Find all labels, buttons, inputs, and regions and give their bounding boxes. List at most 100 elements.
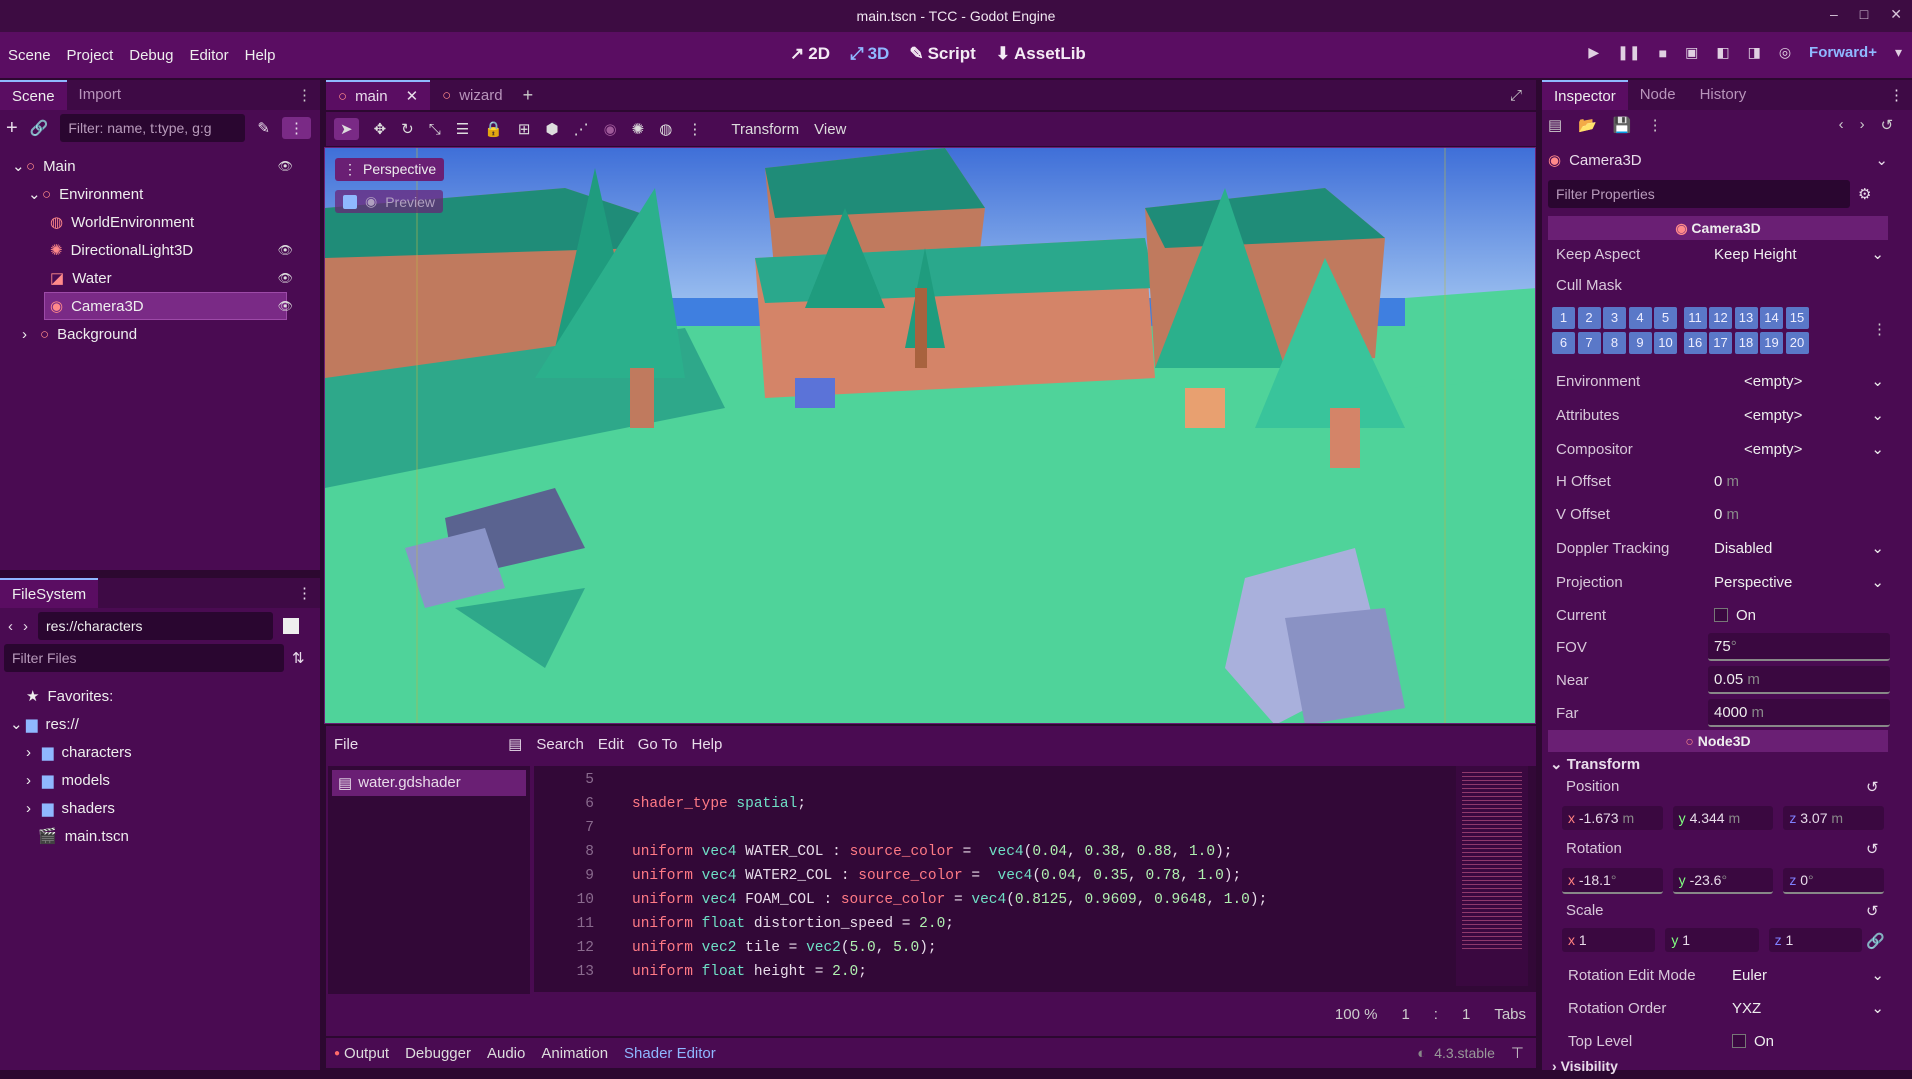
menu-project[interactable]: Project (59, 47, 122, 64)
cull-layer-19[interactable]: 19 (1760, 332, 1783, 354)
property-options-icon[interactable]: ⚙ (1858, 185, 1871, 203)
cull-layer-12[interactable]: 12 (1709, 307, 1732, 329)
position-z[interactable]: z 3.07 m (1783, 806, 1885, 830)
sort-icon[interactable]: ⇅ (292, 649, 305, 667)
folder-item-models[interactable]: › ▆ models (0, 766, 305, 794)
maximize-icon[interactable]: □ (1860, 6, 1868, 23)
folder-item-characters[interactable]: › ▆ characters (0, 738, 305, 766)
cull-layer-18[interactable]: 18 (1734, 332, 1758, 354)
tab-history[interactable]: History (1688, 80, 1759, 110)
tree-item-main[interactable]: ⌄ ○ Main 👁 (0, 152, 305, 180)
reset-icon[interactable]: ↺ (1866, 840, 1879, 858)
remote-debug-icon[interactable]: ▣ (1685, 44, 1698, 61)
shader-help-menu[interactable]: Help (692, 736, 723, 753)
tree-item-worldenvironment[interactable]: ◍ WorldEnvironment (0, 208, 305, 236)
local-space-icon[interactable]: ⬢ (545, 120, 558, 138)
rotation-edit-mode-select[interactable]: Euler ⌄ (1726, 961, 1890, 989)
visibility-group[interactable]: › Visibility (1552, 1058, 1618, 1074)
checkbox-icon[interactable] (343, 194, 357, 209)
chevron-down-icon[interactable]: ▾ (1895, 44, 1902, 61)
camera-preview-icon[interactable]: ◉ (604, 120, 617, 138)
link-icon[interactable]: 🔗 (30, 119, 49, 137)
cull-layer-13[interactable]: 13 (1734, 307, 1758, 329)
shader-search-menu[interactable]: Search (536, 736, 584, 753)
path-input[interactable]: res://characters (38, 612, 273, 640)
script-attach-icon[interactable]: ✎ (257, 119, 270, 137)
visibility-eye-icon[interactable]: 👁 (278, 271, 293, 285)
keep-aspect-select[interactable]: Keep Height ⌄ (1708, 240, 1890, 268)
scene-tab-main[interactable]: ○ main ✕ (326, 80, 431, 110)
visibility-eye-icon[interactable]: 👁 (278, 243, 293, 257)
cull-layer-1[interactable]: 1 (1552, 307, 1575, 329)
code-line[interactable]: 6 shader_type spatial; (534, 792, 1536, 816)
transform-menu[interactable]: Transform (731, 121, 799, 138)
tab-debugger[interactable]: Debugger (405, 1045, 471, 1062)
rotate-tool-icon[interactable]: ↻ (401, 120, 414, 138)
code-line[interactable]: 12 uniform vec2 tile = vec2(5.0, 5.0); (534, 936, 1536, 960)
folder-item-shaders[interactable]: › ▆ shaders (0, 794, 305, 822)
add-scene-tab-icon[interactable]: + (523, 85, 534, 106)
main-screen-script[interactable]: ✎ Script (899, 44, 985, 64)
tab-inspector[interactable]: Inspector (1542, 80, 1628, 110)
menu-scene[interactable]: Scene (0, 47, 59, 64)
tab-animation[interactable]: Animation (541, 1045, 608, 1062)
stop-icon[interactable]: ■ (1659, 45, 1667, 61)
tree-item-background[interactable]: › ○ Background (0, 320, 305, 348)
scale-y[interactable]: y 1 (1665, 928, 1759, 952)
3d-viewport[interactable]: ⋮ Perspective ◉ Preview (324, 147, 1536, 724)
shader-goto-menu[interactable]: Go To (638, 736, 678, 753)
checkbox-icon[interactable] (1714, 608, 1728, 622)
menu-icon[interactable]: ⋮ (1648, 116, 1663, 134)
transform-group[interactable]: ⌄ Transform (1550, 755, 1640, 773)
cull-mask-menu-icon[interactable]: ⋮ (1872, 320, 1887, 338)
cull-layer-10[interactable]: 10 (1654, 332, 1677, 354)
close-tab-icon[interactable]: ✕ (406, 87, 419, 105)
code-line[interactable]: 9 uniform vec4 WATER2_COL : source_color … (534, 864, 1536, 888)
pin-panel-icon[interactable]: ⊤ (1511, 1044, 1524, 1062)
visibility-eye-icon[interactable]: 👁 (278, 159, 293, 173)
scene-filter-input[interactable]: Filter: name, t:type, g:g (60, 114, 246, 142)
minimap[interactable] (1456, 766, 1528, 986)
forward-icon[interactable]: › (23, 618, 28, 635)
scene-options-icon[interactable]: ⋮ (281, 117, 311, 139)
close-window-icon[interactable]: ✕ (1890, 6, 1902, 23)
cull-layer-4[interactable]: 4 (1628, 307, 1652, 329)
cull-layer-9[interactable]: 9 (1628, 332, 1652, 354)
play-icon[interactable]: ▶ (1588, 44, 1599, 61)
cull-layer-6[interactable]: 6 (1552, 332, 1575, 354)
new-resource-icon[interactable]: ▤ (1548, 116, 1562, 134)
top-level-checkbox[interactable]: On (1726, 1027, 1890, 1055)
more-options-icon[interactable]: ⋮ (687, 120, 702, 138)
add-node-icon[interactable]: + (6, 117, 18, 140)
filter-files-input[interactable]: Filter Files (4, 644, 284, 672)
shader-edit-menu[interactable]: Edit (598, 736, 624, 753)
cull-layer-8[interactable]: 8 (1603, 332, 1626, 354)
code-line[interactable]: 5 (534, 768, 1536, 792)
dock-menu-icon[interactable]: ⋮ (297, 584, 312, 602)
favorites-item[interactable]: ★ Favorites: (0, 682, 305, 710)
attributes-resource[interactable]: <empty> ⌄ (1708, 401, 1890, 429)
fov-slider[interactable]: 75° (1708, 633, 1890, 661)
back-icon[interactable]: ‹ (8, 618, 13, 635)
select-tool-icon[interactable]: ➤ (334, 118, 359, 140)
open-icon[interactable]: 📂 (1578, 116, 1597, 134)
menu-editor[interactable]: Editor (181, 47, 236, 64)
file-item-main-tscn[interactable]: 🎬 main.tscn (0, 822, 305, 850)
cull-layer-15[interactable]: 15 (1785, 307, 1809, 329)
tab-node[interactable]: Node (1628, 80, 1688, 110)
code-line[interactable]: 13 uniform float height = 2.0; (534, 960, 1536, 984)
h-offset-field[interactable]: 0 m (1708, 467, 1890, 495)
zoom-level[interactable]: 100 % (1335, 1006, 1378, 1023)
doppler-select[interactable]: Disabled ⌄ (1708, 534, 1890, 562)
split-mode-icon[interactable] (283, 618, 299, 634)
cull-layer-16[interactable]: 16 (1683, 332, 1707, 354)
code-line[interactable]: 10 uniform vec4 FOAM_COL : source_color =… (534, 888, 1536, 912)
position-x[interactable]: x -1.673 m (1562, 806, 1663, 830)
reset-icon[interactable]: ↺ (1866, 778, 1879, 796)
shader-file-item[interactable]: ▤ water.gdshader (332, 770, 526, 796)
sun-icon[interactable]: ✺ (632, 120, 645, 138)
cull-layer-14[interactable]: 14 (1760, 307, 1783, 329)
main-screen-3d[interactable]: ⤢ 3D (840, 44, 899, 64)
scene-tab-wizard[interactable]: ○ wizard (430, 87, 514, 104)
cull-layer-17[interactable]: 17 (1709, 332, 1732, 354)
